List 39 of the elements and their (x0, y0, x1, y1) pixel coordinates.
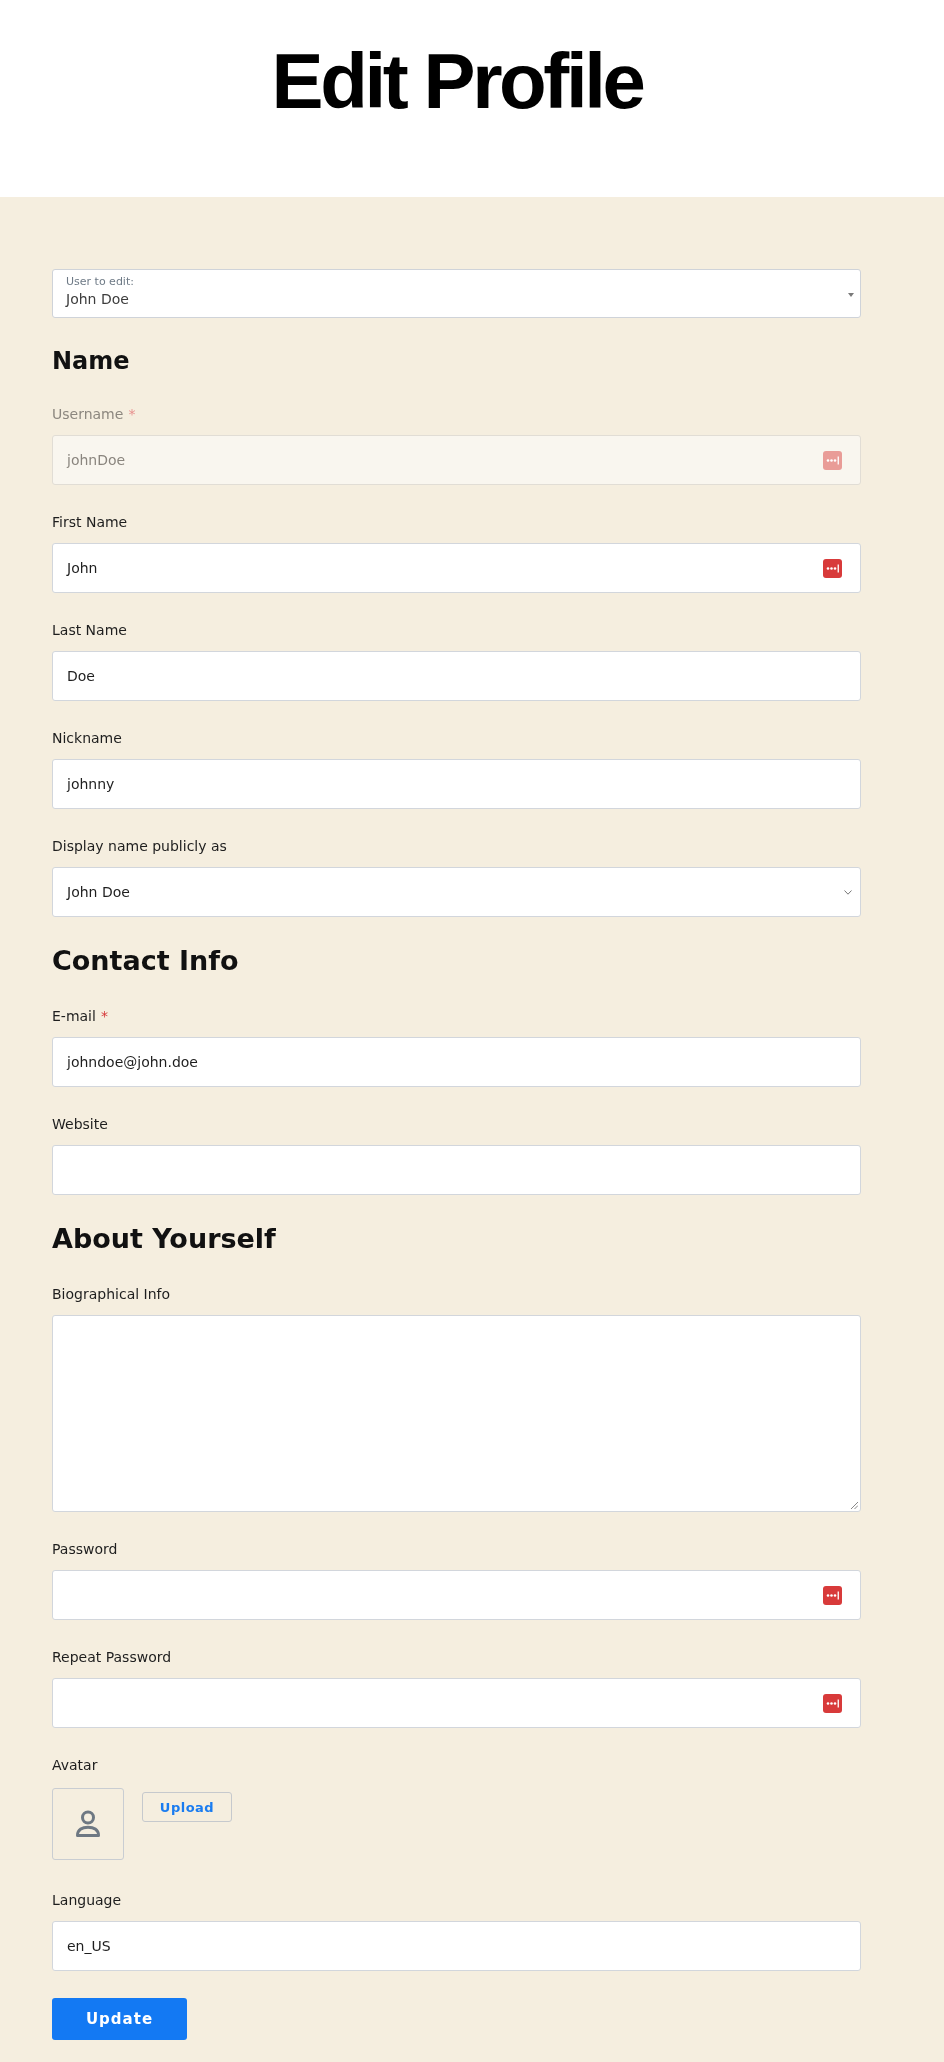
field-label: Avatar (52, 1756, 98, 1775)
section-heading: About Yourself (52, 1222, 276, 1256)
field-label: E-mail (52, 1007, 96, 1026)
input-field[interactable]: en_US (52, 1921, 861, 1971)
field-label: Language (52, 1891, 122, 1910)
input-field[interactable]: John (52, 543, 861, 593)
input-field[interactable]: johnny (52, 759, 861, 809)
input-field[interactable]: Doe (52, 651, 861, 701)
update-button[interactable]: Update (52, 1998, 187, 2040)
section-heading: Name (52, 346, 130, 376)
section-heading: Contact Info (52, 944, 239, 978)
input-field[interactable] (52, 1570, 861, 1620)
resize-grip-icon[interactable] (850, 1501, 858, 1509)
input-field[interactable] (52, 1678, 861, 1728)
input-field[interactable]: johndoe@john.doe (52, 1037, 861, 1087)
field-label: Last Name (52, 621, 127, 640)
caret-icon (848, 293, 854, 297)
select-field[interactable]: John Doe (52, 867, 861, 917)
required-asterisk: * (128, 405, 136, 424)
page-title: Edit Profile (271, 42, 643, 120)
dots-icon[interactable] (823, 1585, 842, 1605)
person-icon (74, 1810, 102, 1838)
field-label: Username (52, 405, 124, 424)
required-asterisk: * (100, 1007, 108, 1026)
upload-button[interactable]: Upload (142, 1792, 232, 1822)
chevron-icon (844, 889, 852, 895)
field-label: Website (52, 1115, 108, 1134)
dots-icon[interactable] (823, 1693, 842, 1713)
floating-label: User to edit: (66, 275, 134, 289)
field-label: Biographical Info (52, 1285, 171, 1304)
input-field[interactable] (52, 1145, 861, 1195)
dots-icon[interactable] (823, 558, 842, 578)
field-label: Password (52, 1540, 118, 1559)
field-label: Display name publicly as (52, 837, 227, 856)
field-label: Nickname (52, 729, 122, 748)
field-label: First Name (52, 513, 128, 532)
field-label: Repeat Password (52, 1648, 172, 1667)
input-field: johnDoe (52, 435, 861, 485)
user-select[interactable]: User to edit: John Doe (52, 269, 861, 318)
